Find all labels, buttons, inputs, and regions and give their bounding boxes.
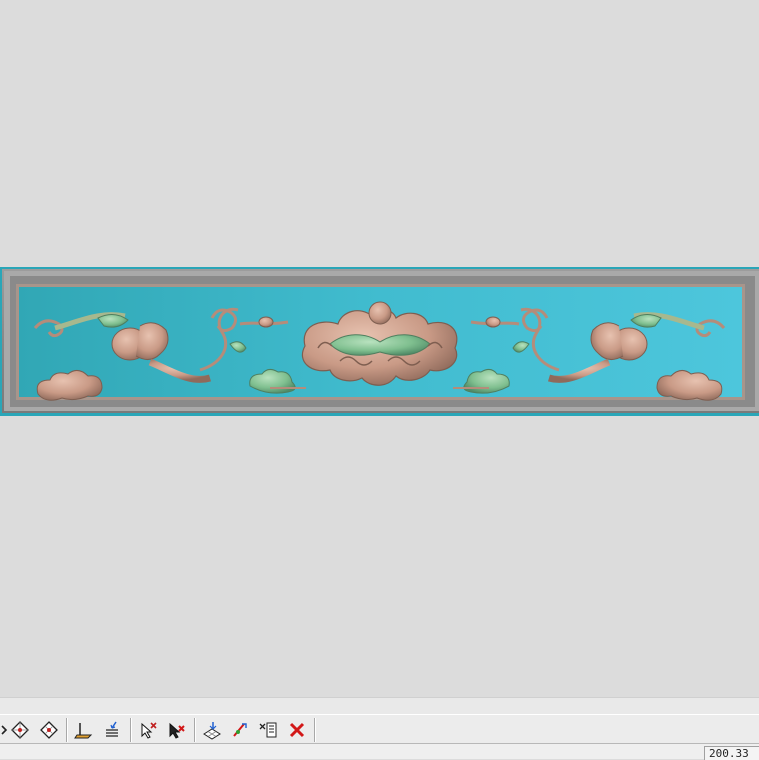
select-cross-icon[interactable] xyxy=(136,719,160,741)
pen-transform-icon[interactable] xyxy=(228,719,252,741)
grid-project-icon[interactable] xyxy=(200,719,224,741)
bottom-toolbar xyxy=(0,714,759,744)
toolbar-separator xyxy=(194,718,196,742)
close-red-icon[interactable] xyxy=(285,719,309,741)
delete-select-icon[interactable] xyxy=(164,719,188,741)
status-bar: 200.33 xyxy=(0,744,759,760)
coordinate-readout: 200.33 xyxy=(704,746,759,760)
diamond-view-icon[interactable] xyxy=(8,719,32,741)
carved-panel-model[interactable] xyxy=(0,266,759,416)
toolbar-top-strip xyxy=(0,697,759,715)
layer-stack-icon[interactable] xyxy=(100,719,124,741)
diamond-view-alt-icon[interactable] xyxy=(37,719,61,741)
3d-viewport[interactable] xyxy=(0,0,759,697)
layer-base-icon[interactable] xyxy=(72,719,96,741)
list-select-icon[interactable] xyxy=(256,719,280,741)
toolbar-separator xyxy=(66,718,68,742)
toolbar-separator xyxy=(130,718,132,742)
toolbar-separator xyxy=(314,718,316,742)
